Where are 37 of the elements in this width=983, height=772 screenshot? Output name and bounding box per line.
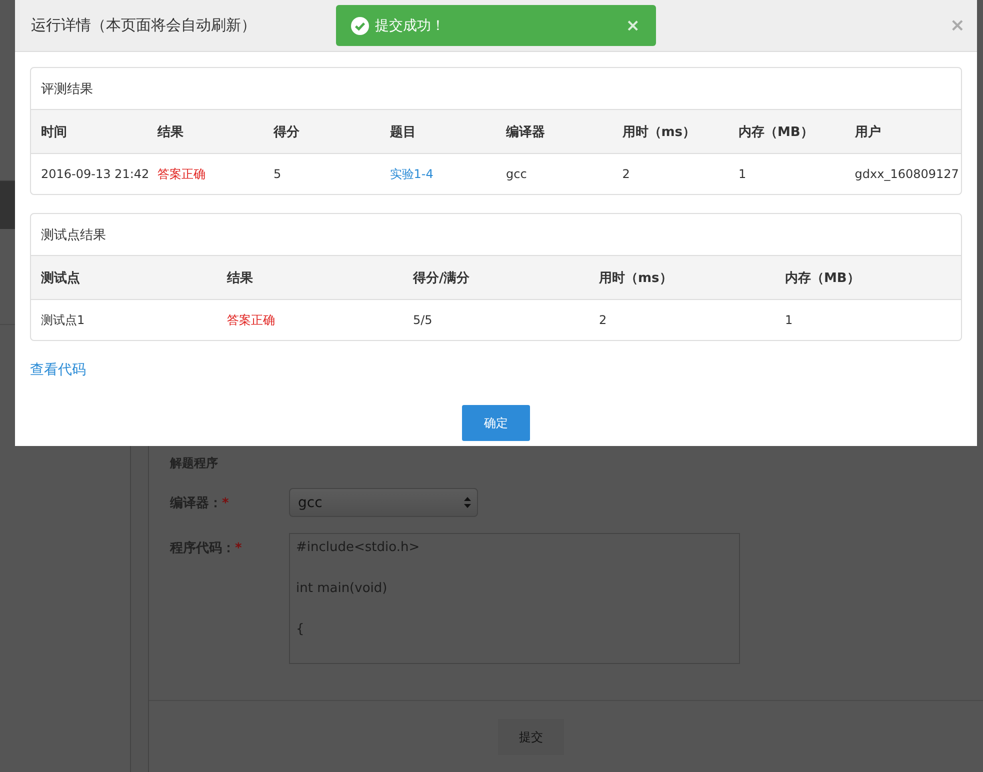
table-cell: 2: [599, 313, 607, 327]
table-cell: 测试点1: [41, 312, 85, 326]
column-header: 得分/满分: [403, 256, 589, 300]
table-cell: 2: [622, 167, 630, 181]
table-cell: 5/5: [413, 313, 432, 327]
close-button[interactable]: ×: [950, 15, 965, 36]
column-header: 得分: [264, 110, 380, 154]
table-cell: 5: [274, 167, 282, 181]
table-cell: 1: [738, 167, 746, 181]
column-header: 时间: [31, 110, 148, 154]
view-code-link[interactable]: 查看代码: [30, 361, 86, 379]
column-header: 结果: [147, 110, 264, 154]
column-header: 测试点: [31, 256, 217, 300]
table-cell: gdxx_160809127: [854, 167, 959, 181]
toast-message: 提交成功！: [375, 16, 446, 34]
ok-button[interactable]: 确定: [462, 405, 530, 441]
select-arrows-icon: [464, 497, 471, 508]
compiler-select[interactable]: gcc: [289, 488, 478, 517]
problem-link[interactable]: 实验1-4: [390, 166, 434, 180]
result-status: 答案正确: [227, 312, 275, 326]
code-editor[interactable]: #include<stdio.h> int main(void) {: [289, 533, 740, 664]
close-button[interactable]: ×: [626, 16, 640, 36]
column-header: 内存（MB）: [728, 110, 845, 154]
check-circle-icon: [351, 16, 369, 34]
table-cell: 1: [785, 313, 793, 327]
column-header: 题目: [380, 110, 496, 154]
column-header: 用时（ms）: [612, 110, 728, 154]
submit-button[interactable]: 提交: [498, 719, 564, 755]
modal-title: 运行详情（本页面将会自动刷新）: [31, 16, 256, 35]
column-header: 用时（ms）: [589, 256, 775, 300]
column-header: 用户: [844, 110, 961, 154]
column-header: 内存（MB）: [775, 256, 961, 300]
column-header: 编译器: [496, 110, 612, 154]
column-header: 结果: [217, 256, 403, 300]
table-cell: gcc: [506, 167, 527, 181]
table-cell: 2016-09-13 21:42: [41, 167, 150, 181]
result-status: 答案正确: [157, 166, 206, 180]
